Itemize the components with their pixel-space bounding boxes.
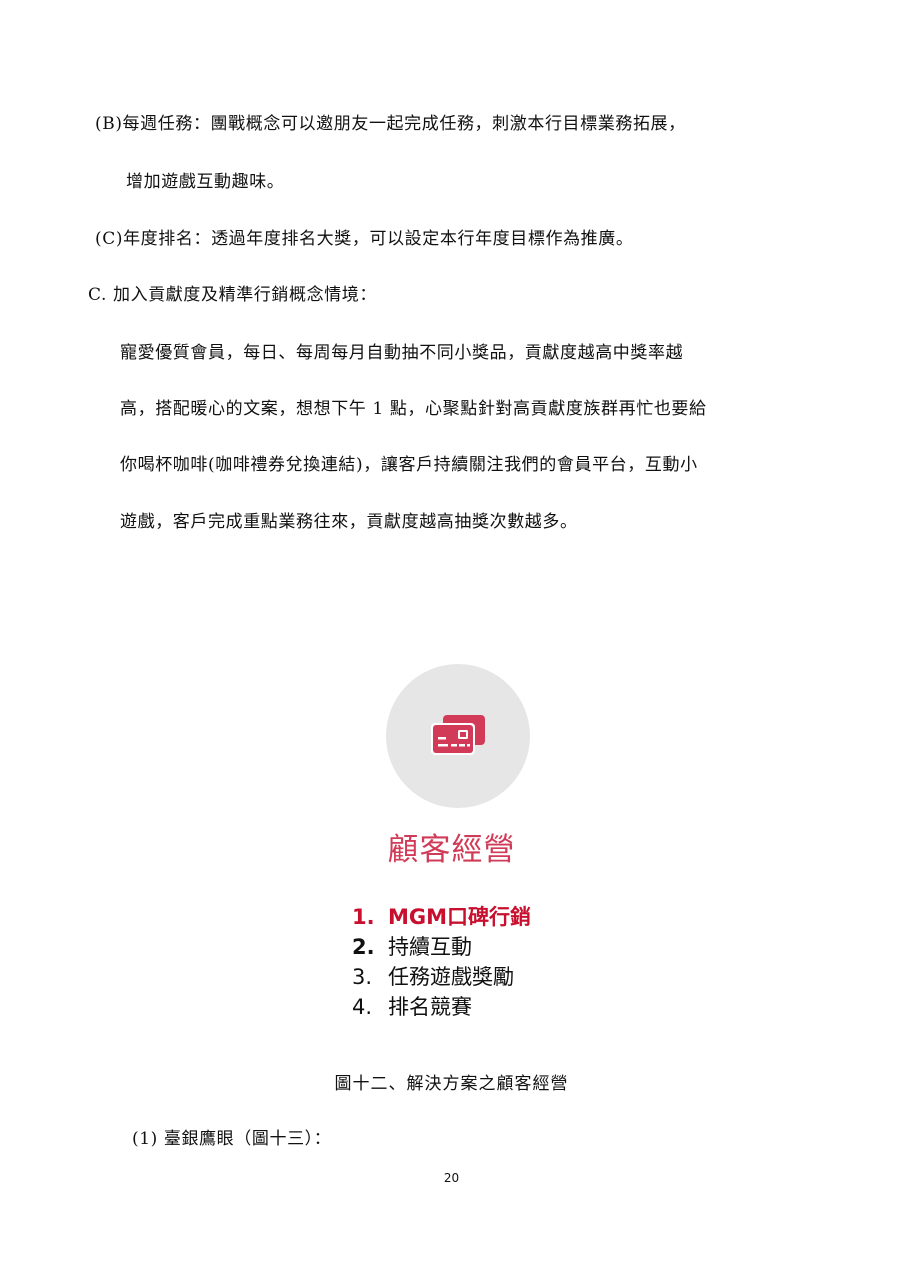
paragraph-line: 寵愛優質會員，每日、每周每月自動抽不同小獎品，貢獻度越高中獎率越 bbox=[120, 343, 684, 363]
list-item: 4. 排名競賽 bbox=[352, 992, 531, 1022]
list-item-label: 排名競賽 bbox=[388, 995, 472, 1019]
paragraph-line: 增加遊戲互動趣味。 bbox=[126, 172, 285, 192]
paragraph-line: (B)每週任務：團戰概念可以邀朋友一起完成任務，刺激本行目標業務拓展， bbox=[95, 114, 686, 134]
paragraph-line: 你喝杯咖啡(咖啡禮券兌換連結)，讓客戶持續關注我們的會員平台，互動小 bbox=[120, 455, 698, 475]
paragraph-line: (C)年度排名：透過年度排名大獎，可以設定本行年度目標作為推廣。 bbox=[95, 229, 634, 249]
paragraph-line: 遊戲，客戶完成重點業務往來，貢獻度越高抽獎次數越多。 bbox=[120, 512, 578, 532]
list-item-label: MGM口碑行銷 bbox=[388, 905, 532, 929]
list-item-label: 任務遊戲獎勵 bbox=[388, 965, 514, 989]
list-item: 2. 持續互動 bbox=[352, 932, 531, 962]
section-heading: C. 加入貢獻度及精準行銷概念情境： bbox=[88, 285, 378, 305]
subsection-heading: (1) 臺銀鷹眼（圖十三）： bbox=[132, 1129, 332, 1149]
list-item-number: 2. bbox=[352, 935, 375, 959]
list-item: 1. MGM口碑行銷 bbox=[352, 902, 531, 932]
list-item-number: 3. bbox=[352, 965, 373, 989]
list-item-label: 持續互動 bbox=[388, 935, 472, 959]
figure-list: 1. MGM口碑行銷 2. 持續互動 3. 任務遊戲獎勵 4. 排名競賽 bbox=[352, 902, 531, 1022]
figure-caption: 圖十二、解決方案之顧客經營 bbox=[334, 1074, 569, 1094]
page-number: 20 bbox=[443, 1171, 460, 1185]
list-item-number: 4. bbox=[352, 995, 373, 1019]
list-item: 3. 任務遊戲獎勵 bbox=[352, 962, 531, 992]
icon-circle bbox=[386, 664, 530, 808]
paragraph-line: 高，搭配暖心的文案，想想下午 1 點，心聚點針對高貢獻度族群再忙也要給 bbox=[120, 399, 707, 419]
figure-title: 顧客經營 bbox=[387, 832, 516, 868]
list-item-number: 1. bbox=[352, 905, 375, 929]
